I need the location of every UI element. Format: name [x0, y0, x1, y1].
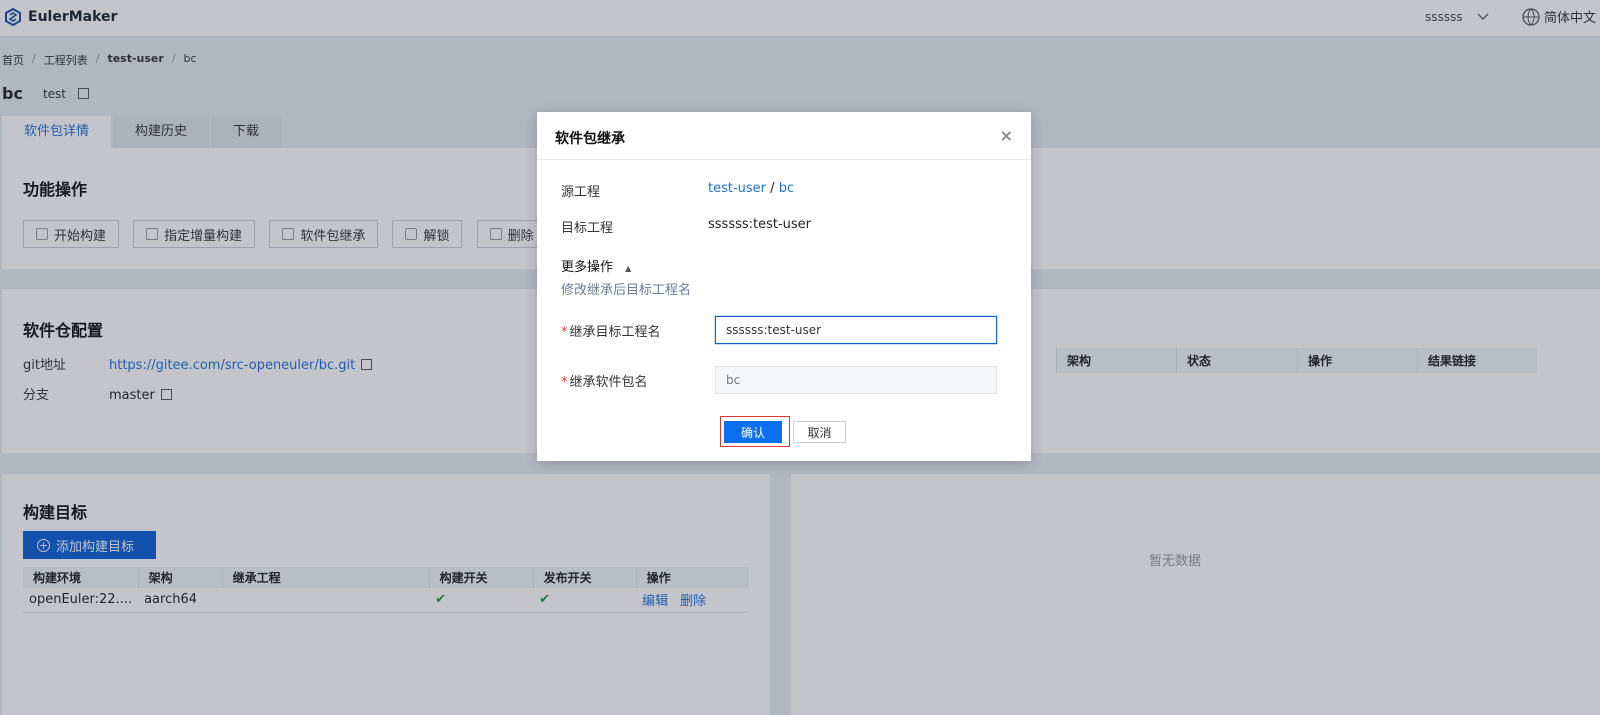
required-mark: *: [561, 325, 568, 340]
package-name-label: 继承软件包名: [569, 375, 648, 390]
source-project-row: 源工程 test-user / bc: [561, 181, 794, 200]
cancel-button[interactable]: 取消: [793, 421, 846, 443]
target-name-label-row: * 继承目标工程名: [561, 321, 661, 340]
dialog-title: 软件包继承: [555, 131, 625, 147]
source-project-link[interactable]: test-user: [708, 181, 766, 196]
source-separator: /: [770, 181, 775, 196]
target-name-input[interactable]: [715, 316, 997, 344]
more-actions-hint: 修改继承后目标工程名: [561, 283, 692, 298]
source-package-link[interactable]: bc: [779, 181, 794, 196]
confirm-button[interactable]: 确认: [724, 421, 782, 443]
source-project-label: 源工程: [561, 185, 601, 200]
target-project-label: 目标工程: [561, 221, 614, 236]
dialog-header: 软件包继承 ×: [537, 112, 1031, 160]
more-actions-label: 更多操作: [561, 260, 614, 275]
target-project-row: 目标工程 ssssss:test-user: [561, 217, 811, 236]
package-name-input[interactable]: [715, 366, 997, 394]
caret-up-icon: ▲: [625, 264, 632, 273]
inherit-package-dialog: 软件包继承 × 源工程 test-user / bc 目标工程 ssssss:t…: [537, 112, 1031, 461]
target-name-label: 继承目标工程名: [569, 325, 661, 340]
target-project-value: ssssss:test-user: [708, 217, 812, 232]
source-project-value: test-user / bc: [708, 181, 794, 196]
package-name-label-row: * 继承软件包名: [561, 371, 648, 390]
required-mark: *: [561, 375, 568, 390]
confirm-highlight: 确认: [720, 416, 790, 447]
more-actions-toggle[interactable]: 更多操作 ▲: [561, 256, 631, 275]
close-icon[interactable]: ×: [1000, 126, 1013, 145]
